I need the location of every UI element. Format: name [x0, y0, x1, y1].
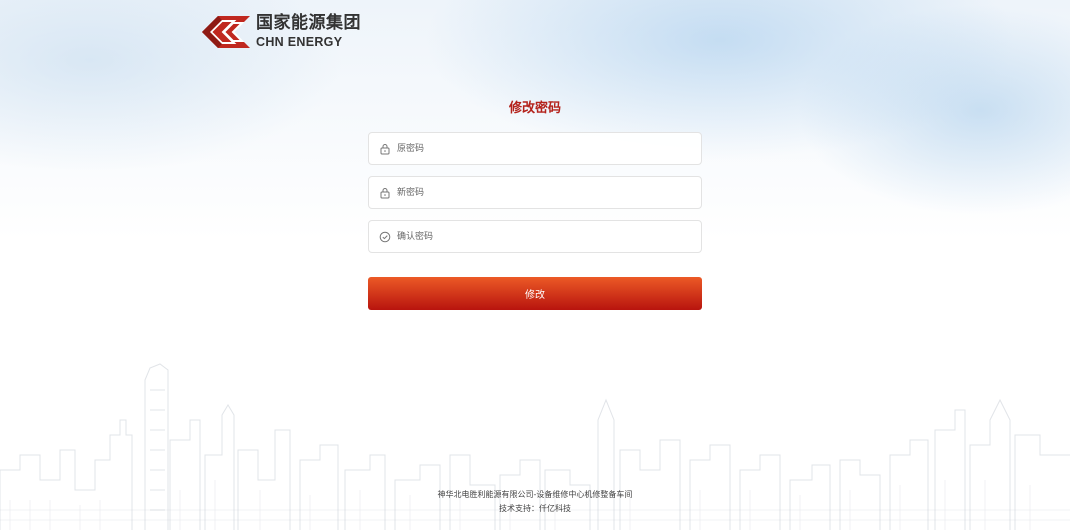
- logo-text: 国家能源集团 CHN ENERGY: [256, 15, 361, 49]
- confirm-password-field[interactable]: [368, 220, 702, 253]
- logo-chinese-name: 国家能源集团: [256, 13, 361, 34]
- lock-icon: [379, 187, 391, 199]
- footer-tech-support: 技术支持：仟亿科技: [499, 504, 571, 513]
- lock-icon: [379, 143, 391, 155]
- change-password-form: [368, 132, 702, 264]
- new-password-field[interactable]: [368, 176, 702, 209]
- chn-energy-logo: 国家能源集团 CHN ENERGY: [200, 12, 361, 52]
- confirm-password-input[interactable]: [397, 221, 701, 252]
- old-password-input[interactable]: [397, 133, 701, 164]
- new-password-input[interactable]: [397, 177, 701, 208]
- page-title: 修改密码: [508, 101, 561, 116]
- submit-change-password-button[interactable]: 修改: [368, 277, 702, 310]
- footer: 神华北电胜利能源有限公司-设备维修中心机修整备车间 技术支持：仟亿科技: [0, 488, 1070, 516]
- logo-english-name: CHN ENERGY: [256, 35, 343, 50]
- check-circle-icon: [379, 231, 391, 243]
- footer-organization: 神华北电胜利能源有限公司-设备维修中心机修整备车间: [437, 490, 633, 499]
- chn-energy-logo-mark-icon: [202, 16, 250, 48]
- old-password-field[interactable]: [368, 132, 702, 165]
